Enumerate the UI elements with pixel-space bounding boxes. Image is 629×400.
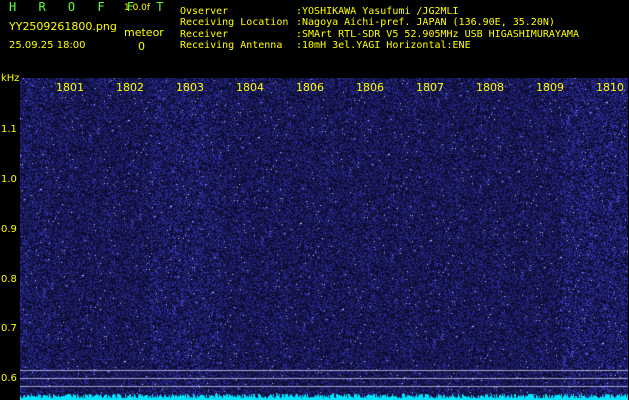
- time-tick-label: 1809: [536, 81, 564, 94]
- time-tick-label: 1802: [116, 81, 144, 94]
- time-tick-label: 1801: [56, 81, 84, 94]
- station-info-values: :YOSHIKAWA Yasufumi /JG2MLI:Nagoya Aichi…: [296, 6, 579, 51]
- y-tick-label: 0.6: [1, 373, 17, 384]
- time-tick-label: 1810: [596, 81, 624, 94]
- receiver-value: :SMArt RTL-SDR V5 52.905MHz USB HIGASHIM…: [296, 28, 579, 40]
- meteor-label: meteor: [124, 26, 164, 39]
- antenna-label: Receiving Antenna: [180, 39, 283, 51]
- station-info-labels: Ovserver Receiving Location Receiver Receiv…: [180, 6, 288, 51]
- y-tick-label: 1.1: [1, 124, 17, 135]
- version-label: 1.0.0f: [124, 3, 151, 13]
- datetime-label: 25.09.25 18:00: [9, 40, 86, 51]
- time-tick-label: 1806: [356, 81, 384, 94]
- y-tick-label: 0.9: [1, 224, 17, 235]
- y-tick-label: 0.8: [1, 274, 17, 285]
- time-tick-label: 1806: [296, 81, 324, 94]
- location-value: :Nagoya Aichi-pref. JAPAN (136.90E, 35.2…: [296, 17, 555, 29]
- y-axis-unit: kHz: [1, 73, 20, 84]
- y-tick-label: 1.0: [1, 174, 17, 185]
- observer-value: :YOSHIKAWA Yasufumi /JG2MLI: [296, 6, 459, 17]
- time-tick-label: 1804: [236, 81, 264, 94]
- time-tick-label: 1807: [416, 81, 444, 94]
- time-tick-label: 1803: [176, 81, 204, 94]
- observer-label: Ovserver: [180, 6, 229, 17]
- spectrogram-plot: [20, 78, 628, 400]
- receiver-label: Receiver: [180, 28, 229, 40]
- y-tick-label: 0.7: [1, 323, 17, 334]
- antenna-value: :10mH 3el.YAGI Horizontal:ENE: [296, 39, 471, 51]
- filename-label: YY2509261800.png: [9, 20, 117, 33]
- time-tick-label: 1808: [476, 81, 504, 94]
- location-label: Receiving Location: [180, 17, 289, 29]
- meteor-count: 0: [138, 40, 145, 53]
